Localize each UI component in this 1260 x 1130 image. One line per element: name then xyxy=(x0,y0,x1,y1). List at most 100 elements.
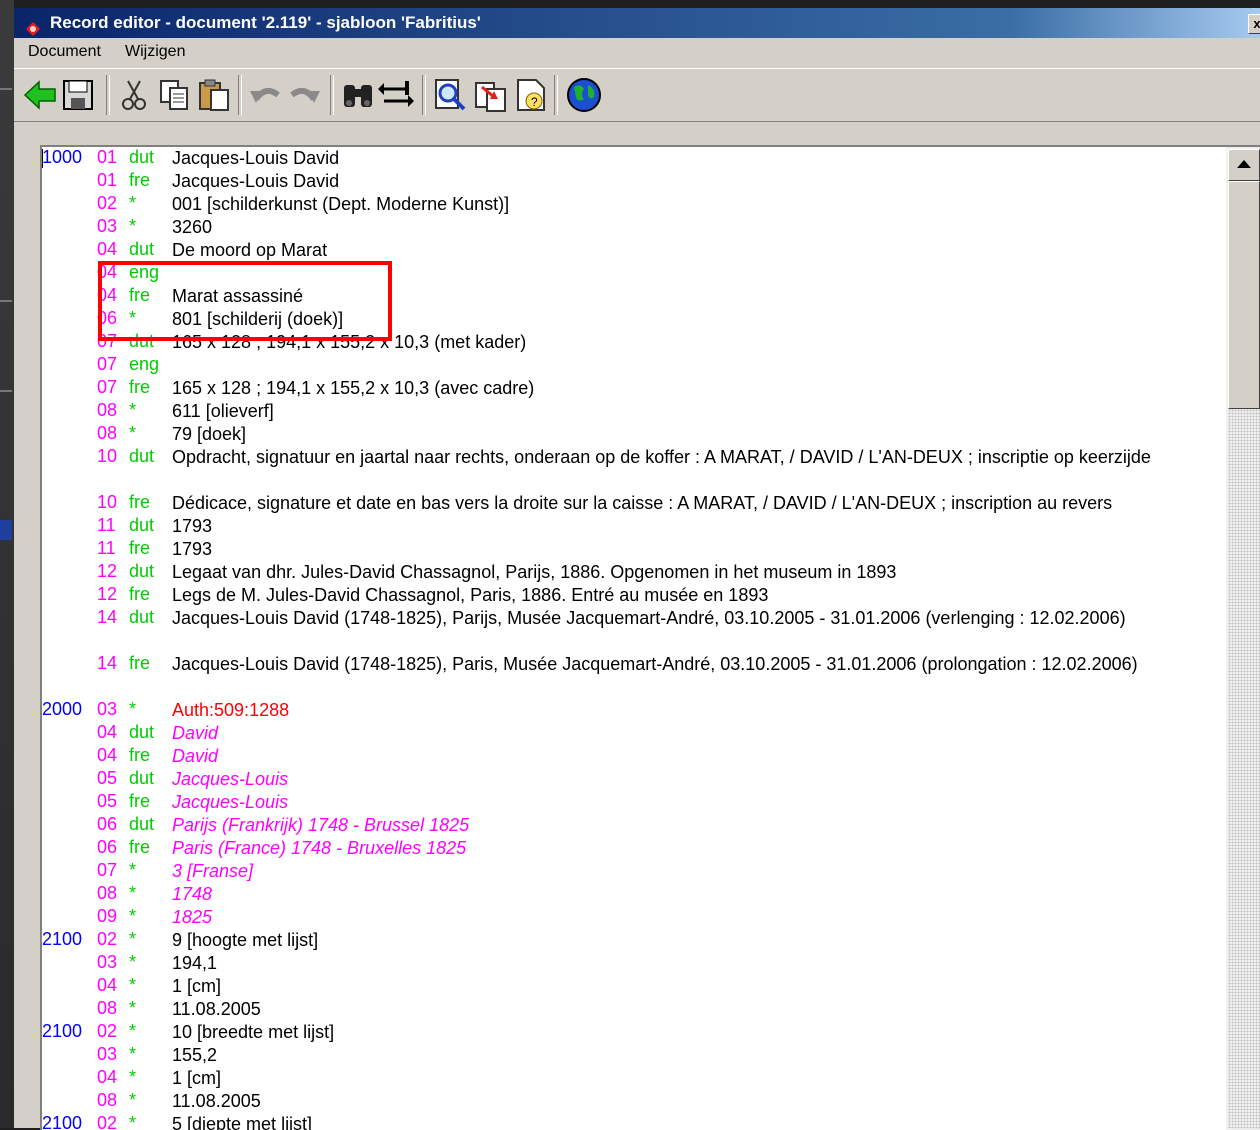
record-row[interactable]: 04 dut De moord op Marat xyxy=(42,239,1222,262)
record-row[interactable]: 02 * 001 [schilderkunst (Dept. Moderne Kun… xyxy=(42,193,1222,216)
record-language: * xyxy=(129,975,137,995)
record-subfield: 06 xyxy=(97,837,118,857)
scroll-track[interactable] xyxy=(1228,409,1260,1129)
record-subfield: 12 xyxy=(97,561,118,581)
help-document-icon[interactable]: ? xyxy=(512,77,548,113)
record-value: 611 [olieverf] xyxy=(172,401,274,421)
record-value: Auth:509:1288 xyxy=(172,700,290,720)
copy-icon[interactable] xyxy=(156,77,192,113)
record-row[interactable]: 12 dut Legaat van dhr. Jules-David Chassag… xyxy=(42,561,1222,584)
scroll-thumb[interactable] xyxy=(1228,181,1260,409)
record-value: Jacques-Louis David xyxy=(172,171,340,191)
record-subfield: 12 xyxy=(97,584,118,604)
record-row[interactable]: 03 * 194,1 xyxy=(42,952,1222,975)
record-subfield: 08 xyxy=(97,423,118,443)
record-row[interactable]: 04 fre David xyxy=(42,745,1222,768)
record-row[interactable]: 03 * 3260 xyxy=(42,216,1222,239)
close-button[interactable]: x xyxy=(1248,14,1260,34)
menu-document[interactable]: Document xyxy=(28,43,101,61)
copy-record-icon[interactable] xyxy=(472,77,508,113)
record-row[interactable]: 01 fre Jacques-Louis David xyxy=(42,170,1222,193)
record-value: Legaat van dhr. Jules-David Chassagnol, … xyxy=(172,562,897,582)
record-value: De moord op Marat xyxy=(172,240,328,260)
record-row[interactable]: 06 dut Parijs (Frankrijk) 1748 - Brussel 1… xyxy=(42,814,1222,837)
record-subfield: 02 xyxy=(97,1113,118,1130)
globe-icon[interactable] xyxy=(566,77,602,113)
record-row[interactable]: 07 * 3 [Franse] xyxy=(42,860,1222,883)
record-row[interactable]: 04 * 1 [cm] xyxy=(42,1067,1222,1090)
record-value: 165 x 128 ; 194,1 x 155,2 x 10,3 (avec c… xyxy=(172,378,535,398)
record-language: fre xyxy=(129,538,151,558)
record-subfield: 06 xyxy=(97,814,118,834)
window-title: Record editor - document '2.119' - sjabl… xyxy=(50,13,481,32)
record-language: dut xyxy=(129,446,155,466)
background-mark xyxy=(0,520,12,540)
find-icon[interactable] xyxy=(340,77,376,113)
preview-icon[interactable] xyxy=(432,77,468,113)
record-row[interactable]: 05 fre Jacques-Louis xyxy=(42,791,1222,814)
record-row[interactable]: 03 * 155,2 xyxy=(42,1044,1222,1067)
record-value: Jacques-Louis David (1748-1825), Paris, … xyxy=(172,654,1138,674)
record-row[interactable]: 14 fre Jacques-Louis David (1748-1825), Pa… xyxy=(42,653,1222,699)
record-row[interactable]: 04 * 1 [cm] xyxy=(42,975,1222,998)
menu-wijzigen[interactable]: Wijzigen xyxy=(125,43,185,61)
record-row[interactable]: 2100 02 * 10 [breedte met lijst] xyxy=(42,1021,1222,1044)
record-language: dut xyxy=(129,722,155,742)
replace-icon[interactable] xyxy=(378,77,414,113)
record-row[interactable]: 11 dut 1793 xyxy=(42,515,1222,538)
toolbar: ? xyxy=(14,68,1260,122)
record-row[interactable]: 1000 01 dut Jacques-Louis David xyxy=(42,147,1222,170)
record-language: fre xyxy=(129,745,151,765)
record-row[interactable]: 08 * 611 [olieverf] xyxy=(42,400,1222,423)
record-editor-area[interactable]: 1000 01 dut Jacques-Louis David 01 fre Jacques… xyxy=(40,145,1260,1130)
record-language: * xyxy=(129,952,137,972)
record-value: Opdracht, signatuur en jaartal naar rech… xyxy=(172,447,1151,467)
record-row[interactable]: 14 dut Jacques-Louis David (1748-1825), Pa… xyxy=(42,607,1222,653)
record-row[interactable]: 10 fre Dédicace, signature et date en bas … xyxy=(42,492,1222,515)
record-row[interactable]: 06 fre Paris (France) 1748 - Bruxelles 182… xyxy=(42,837,1222,860)
back-arrow-icon[interactable] xyxy=(22,77,58,113)
record-subfield: 08 xyxy=(97,400,118,420)
record-row[interactable]: 11 fre 1793 xyxy=(42,538,1222,561)
record-language: fre xyxy=(129,791,151,811)
record-value: Legs de M. Jules-David Chassagnol, Paris… xyxy=(172,585,769,605)
save-icon[interactable] xyxy=(60,77,96,113)
record-row[interactable]: 07 eng xyxy=(42,354,1222,377)
record-value: 79 [doek] xyxy=(172,424,247,444)
vertical-scrollbar[interactable] xyxy=(1226,147,1260,1130)
text-cursor xyxy=(42,149,43,168)
record-row[interactable]: 05 dut Jacques-Louis xyxy=(42,768,1222,791)
background-mark xyxy=(0,88,12,90)
paste-icon[interactable] xyxy=(196,77,232,113)
record-language: * xyxy=(129,860,137,880)
record-language: dut xyxy=(129,814,155,834)
scroll-up-button[interactable] xyxy=(1228,149,1260,181)
record-row[interactable]: 07 fre 165 x 128 ; 194,1 x 155,2 x 10,3 (a… xyxy=(42,377,1222,400)
record-row[interactable]: 10 dut Opdracht, signatuur en jaartal naar… xyxy=(42,446,1222,492)
record-value: 1 [cm] xyxy=(172,976,222,996)
record-subfield: 01 xyxy=(97,170,118,190)
background-window-edge xyxy=(0,0,14,1128)
record-row[interactable]: 08 * 11.08.2005 xyxy=(42,1090,1222,1113)
redo-icon[interactable] xyxy=(286,77,322,113)
record-row[interactable]: 2000 03 * Auth:509:1288 xyxy=(42,699,1222,722)
record-row[interactable]: 2100 02 * 9 [hoogte met lijst] xyxy=(42,929,1222,952)
background-mark xyxy=(0,300,12,302)
record-row[interactable]: 04 dut David xyxy=(42,722,1222,745)
record-language: * xyxy=(129,906,137,926)
record-row[interactable]: 08 * 1748 xyxy=(42,883,1222,906)
record-subfield: 04 xyxy=(97,1067,118,1087)
record-value: 155,2 xyxy=(172,1045,218,1065)
record-row[interactable]: 2100 02 * 5 [diepte met lijst] xyxy=(42,1113,1222,1130)
undo-icon[interactable] xyxy=(248,77,284,113)
record-row[interactable]: 08 * 79 [doek] xyxy=(42,423,1222,446)
record-row[interactable]: 08 * 11.08.2005 xyxy=(42,998,1222,1021)
title-bar[interactable]: Record editor - document '2.119' - sjabl… xyxy=(14,8,1260,38)
record-row[interactable]: 09 * 1825 xyxy=(42,906,1222,929)
record-language: dut xyxy=(129,515,155,535)
record-subfield: 03 xyxy=(97,216,118,236)
background-mark xyxy=(0,390,12,392)
record-subfield: 03 xyxy=(97,1044,118,1064)
cut-icon[interactable] xyxy=(116,77,152,113)
record-row[interactable]: 12 fre Legs de M. Jules-David Chassagnol, … xyxy=(42,584,1222,607)
